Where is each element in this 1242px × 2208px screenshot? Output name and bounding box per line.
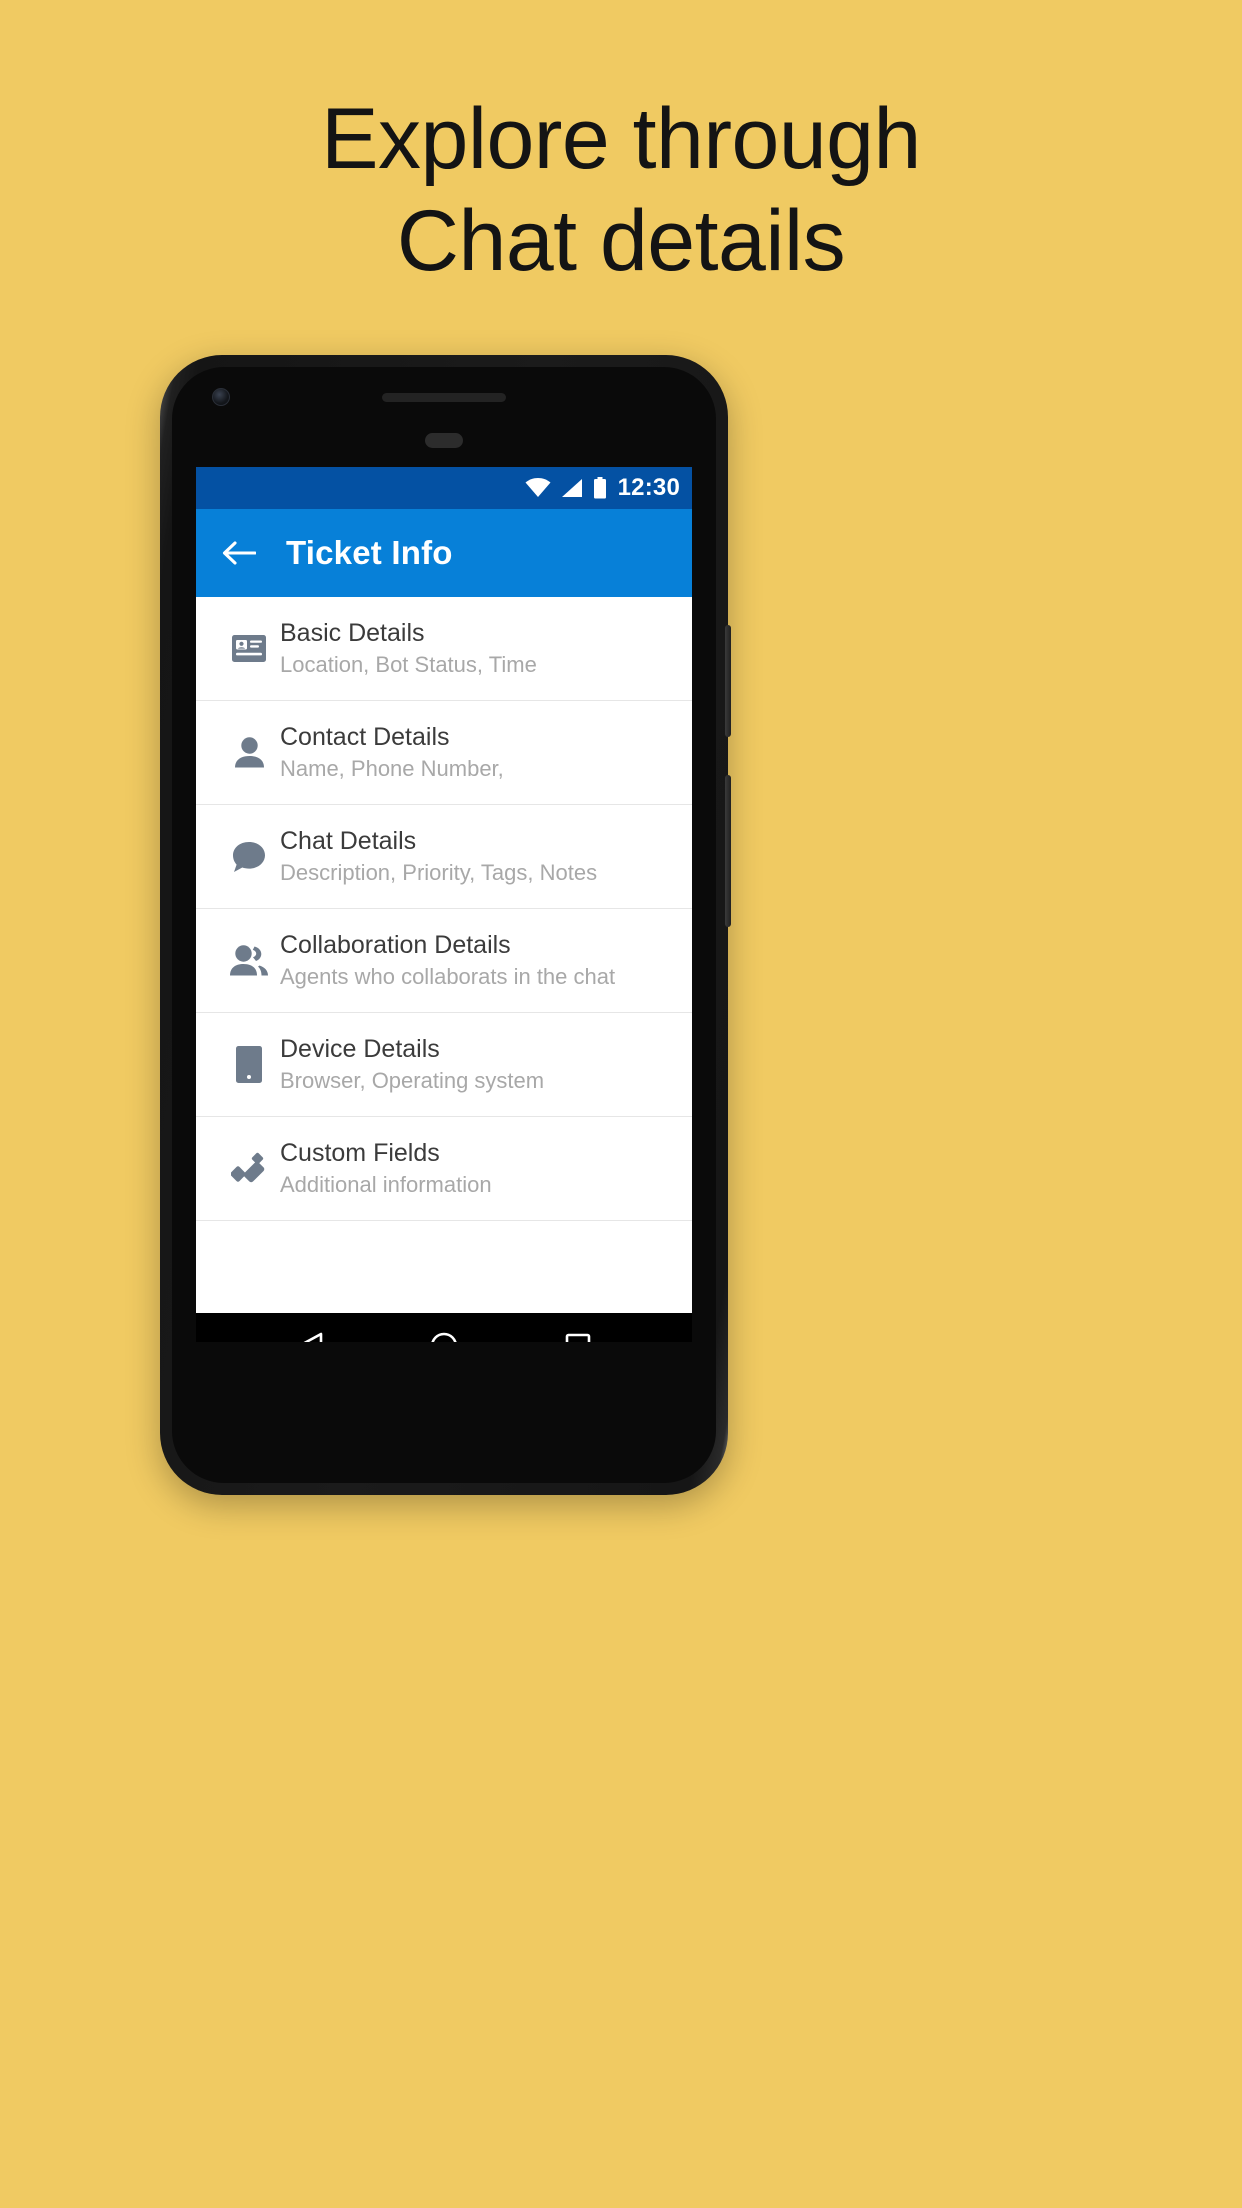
proximity-sensor-icon	[425, 433, 463, 448]
status-time: 12:30	[617, 474, 680, 501]
list-item-title: Chat Details	[280, 827, 417, 856]
status-bar: 12:30	[196, 467, 692, 509]
headline-line-2: Chat details	[396, 193, 846, 289]
list-item-collaboration-details[interactable]: Collaboration Details Agents who collabo…	[196, 909, 692, 1013]
app-bar-title: Ticket Info	[286, 534, 453, 571]
list-item-subtitle: Location, Bot Status, Time	[280, 652, 537, 678]
list-item-text: Collaboration Details Agents who collabo…	[280, 931, 615, 989]
back-arrow-icon[interactable]	[222, 539, 256, 567]
phone-screen: 12:30 Ticket Info Basic Details Location…	[196, 467, 692, 1342]
power-button[interactable]	[725, 625, 731, 737]
list-item-basic-details[interactable]: Basic Details Location, Bot Status, Time	[196, 597, 692, 701]
list-item-device-details[interactable]: Device Details Browser, Operating system	[196, 1013, 692, 1117]
list-item-text: Custom Fields Additional information	[280, 1139, 492, 1197]
list-item-subtitle: Description, Priority, Tags, Notes	[280, 860, 598, 886]
people-group-icon	[218, 944, 280, 977]
list-item-subtitle: Agents who collaborats in the chat	[280, 964, 616, 990]
battery-icon	[593, 477, 606, 499]
person-icon	[218, 736, 280, 769]
phone-device-mockup: 12:30 Ticket Info Basic Details Location…	[160, 355, 731, 1495]
headline-line-1: Explore through	[321, 91, 921, 187]
app-bar: Ticket Info	[196, 509, 692, 597]
ticket-info-list: Basic Details Location, Bot Status, Time…	[196, 597, 692, 1313]
volume-button[interactable]	[725, 775, 731, 927]
android-nav-bar	[196, 1313, 692, 1342]
list-item-subtitle: Additional information	[280, 1172, 492, 1198]
list-item-text: Contact Details Name, Phone Number,	[280, 723, 504, 781]
list-item-subtitle: Name, Phone Number,	[280, 756, 504, 782]
page-title: Explore through Chat details	[0, 88, 1242, 292]
list-item-title: Custom Fields	[280, 1139, 440, 1168]
earpiece-speaker-icon	[382, 393, 506, 402]
list-item-text: Chat Details Description, Priority, Tags…	[280, 827, 597, 885]
list-item-contact-details[interactable]: Contact Details Name, Phone Number,	[196, 701, 692, 805]
recents-square-icon[interactable]	[565, 1333, 591, 1342]
back-triangle-icon[interactable]	[297, 1332, 323, 1342]
list-item-custom-fields[interactable]: Custom Fields Additional information	[196, 1117, 692, 1221]
home-circle-icon[interactable]	[430, 1332, 458, 1342]
front-camera-icon	[212, 388, 230, 406]
custom-fields-icon	[218, 1152, 280, 1185]
list-item-title: Basic Details	[280, 619, 425, 648]
list-item-title: Collaboration Details	[280, 931, 511, 960]
list-item-subtitle: Browser, Operating system	[280, 1068, 545, 1094]
list-item-chat-details[interactable]: Chat Details Description, Priority, Tags…	[196, 805, 692, 909]
list-item-title: Device Details	[280, 1035, 440, 1064]
wifi-icon	[525, 478, 551, 497]
contact-card-icon	[218, 635, 280, 662]
list-item-text: Device Details Browser, Operating system	[280, 1035, 544, 1093]
smartphone-icon	[218, 1046, 280, 1083]
list-item-text: Basic Details Location, Bot Status, Time	[280, 619, 537, 677]
list-item-title: Contact Details	[280, 723, 450, 752]
chat-bubble-icon	[218, 841, 280, 873]
list-empty-space	[196, 1221, 692, 1313]
signal-icon	[561, 479, 582, 497]
